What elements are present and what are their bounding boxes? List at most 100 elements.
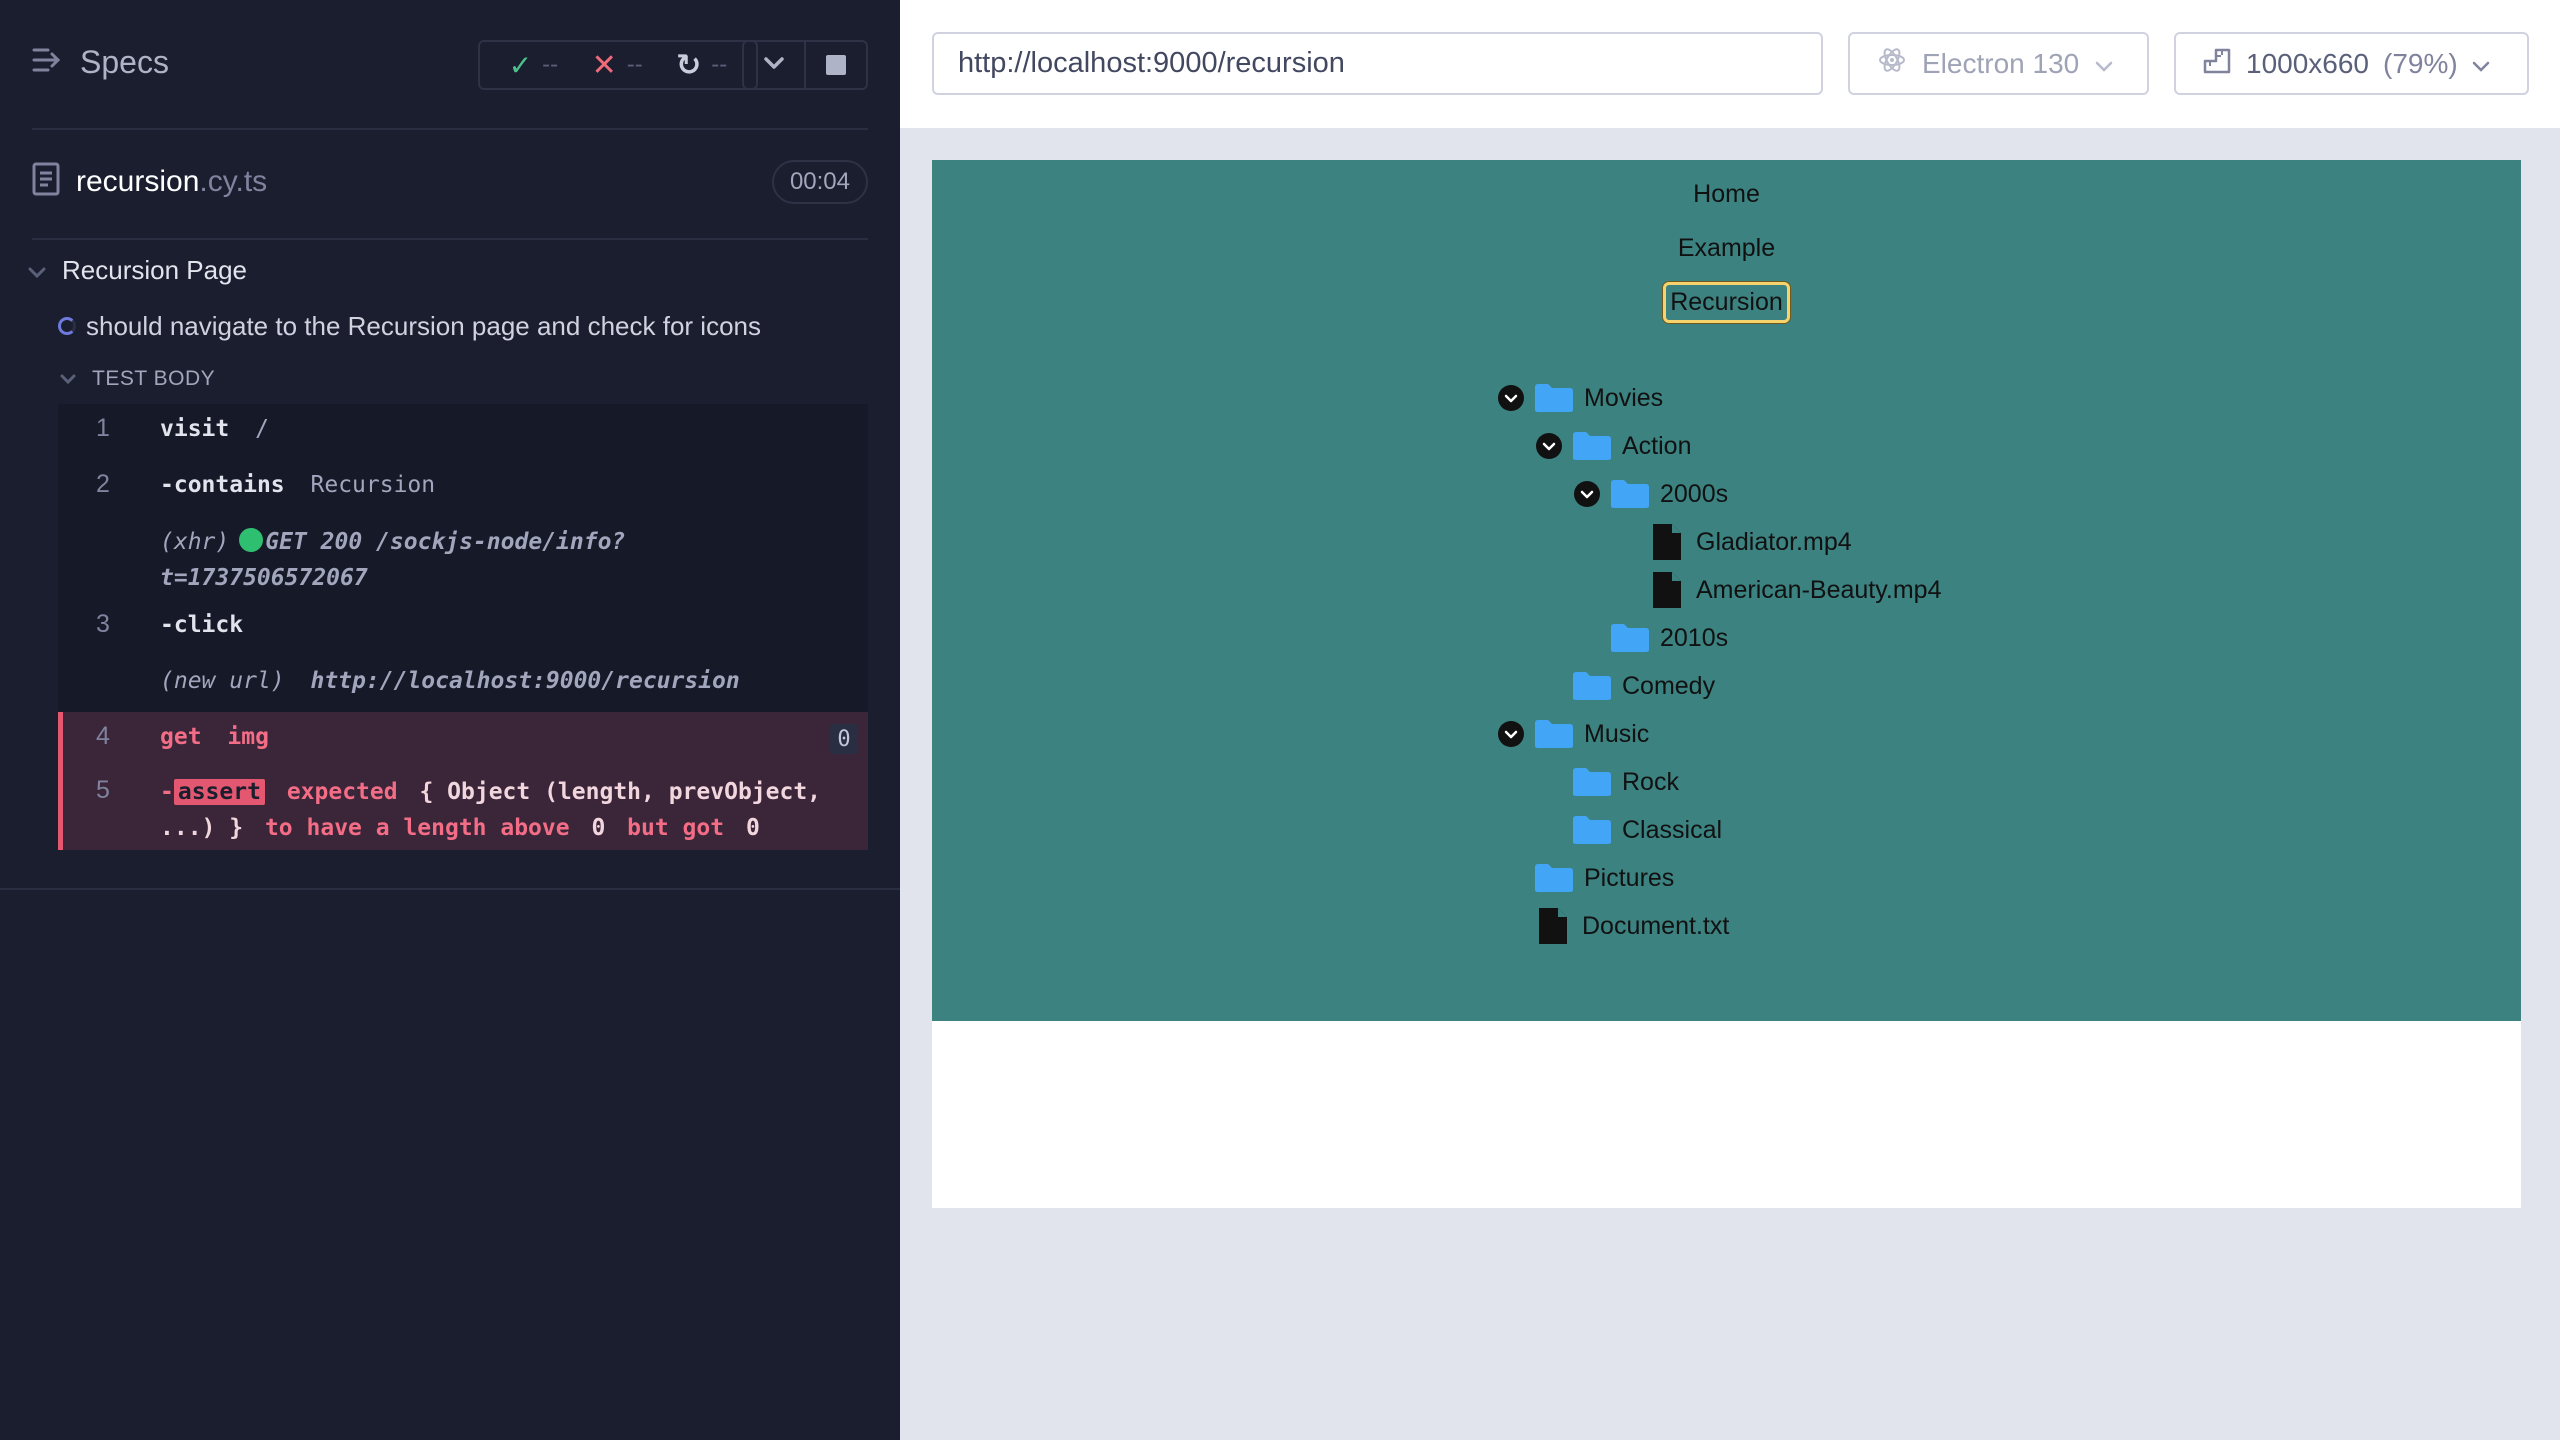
command-body: get img — [160, 724, 269, 750]
tree-label: Gladiator.mp4 — [1696, 527, 1852, 556]
expand-chevron-icon[interactable] — [1574, 481, 1600, 507]
command-body: -click — [160, 612, 243, 638]
assert-subject-continued: ...) } — [160, 815, 244, 841]
command-arg: Recursion — [310, 472, 436, 498]
nav-home-link[interactable]: Home — [1693, 180, 1760, 208]
command-row-url[interactable]: (new url) http://localhost:9000/recursio… — [58, 656, 868, 712]
viewport-selector[interactable]: 1000x660 (79%) — [2174, 32, 2529, 95]
log-text: GET 200 /sockjs-node/info? — [265, 529, 626, 555]
electron-icon — [1878, 46, 1906, 81]
command-name: click — [173, 612, 244, 638]
url-bar[interactable]: http://localhost:9000/recursion — [932, 32, 1823, 95]
command-row[interactable]: 3 -click — [58, 600, 868, 656]
tree-label: 2010s — [1660, 623, 1729, 652]
running-spinner-icon — [58, 317, 76, 335]
log-label: (new url) — [160, 668, 285, 694]
tree-label: Music — [1584, 719, 1650, 748]
tree-file[interactable]: American-Beauty.mp4 — [1612, 570, 1941, 610]
tree-folder[interactable]: 2010s — [1574, 618, 1728, 658]
app-iframe: Home Example Recursion Movies Action 2000s… — [932, 160, 2521, 1208]
tree-label: Action — [1622, 431, 1692, 460]
command-body: -contains Recursion — [160, 472, 435, 498]
spec-extension: .cy.ts — [199, 164, 268, 198]
expand-button[interactable] — [744, 42, 804, 88]
command-arg: img — [227, 724, 269, 750]
expand-chevron-icon[interactable] — [1498, 385, 1524, 411]
test-body-toggle[interactable]: TEST BODY — [60, 360, 215, 398]
tree-folder[interactable]: Movies — [1498, 378, 1663, 418]
command-row[interactable]: 1 visit / — [58, 404, 868, 460]
command-row[interactable]: 2 -contains Recursion — [58, 460, 868, 516]
tree-file[interactable]: Document.txt — [1498, 906, 1729, 946]
command-name: get — [160, 724, 202, 750]
expand-chevron-icon[interactable] — [1536, 433, 1562, 459]
chevron-down-icon — [2095, 48, 2113, 80]
browser-selector[interactable]: Electron 130 — [1848, 32, 2149, 95]
folder-icon — [1610, 479, 1650, 509]
assert-badge: assert — [173, 779, 265, 805]
specs-toggle-button[interactable]: Specs — [32, 44, 169, 81]
failed-count: -- — [626, 51, 643, 78]
document-icon — [32, 162, 60, 201]
viewport-size: 1000x660 — [2246, 47, 2370, 79]
reporter-panel: Specs ✓ -- ✕ -- ↻ -- recursion.cy.ts 00:… — [0, 0, 900, 1440]
tree-folder[interactable]: Action — [1536, 426, 1691, 466]
pending-count: -- — [711, 51, 728, 78]
expand-chevron-icon[interactable] — [1498, 721, 1524, 747]
test-title-text: should navigate to the Recursion page an… — [86, 310, 761, 341]
aut-header: http://localhost:9000/recursion Electron… — [900, 0, 2560, 128]
command-name: visit — [160, 416, 230, 442]
assert-phrase: but got — [627, 815, 725, 841]
command-number: 4 — [96, 722, 110, 750]
command-row-failed[interactable]: 5 - assert expected { Object (length, pre… — [58, 768, 868, 850]
file-icon — [1538, 907, 1568, 945]
test-body-label: TEST BODY — [92, 367, 216, 390]
assert-phrase: to have a length above — [264, 815, 570, 841]
tree-folder[interactable]: Pictures — [1498, 858, 1674, 898]
reporter-header: Specs ✓ -- ✕ -- ↻ -- — [32, 30, 868, 102]
stop-icon — [826, 55, 846, 75]
command-row-failed[interactable]: 4 get img 0 — [58, 712, 868, 768]
tree-label: American-Beauty.mp4 — [1696, 575, 1942, 604]
status-dot-icon — [239, 528, 264, 552]
command-row-xhr[interactable]: (xhr) GET 200 /sockjs-node/info? t=173750… — [58, 516, 868, 600]
tree-folder[interactable]: Classical — [1536, 810, 1722, 850]
url-log: (new url) http://localhost:9000/recursio… — [160, 668, 740, 694]
app-content: Home Example Recursion Movies Action 2000s… — [932, 160, 2521, 1021]
tree-folder[interactable]: 2000s — [1574, 474, 1728, 514]
suite-title-text: Recursion Page — [62, 254, 247, 285]
assert-actual: 0 — [745, 815, 760, 841]
child-dash: - — [160, 612, 174, 638]
tree-folder[interactable]: Rock — [1536, 762, 1679, 802]
folder-icon — [1572, 431, 1612, 461]
nav-example-wrapper: Example — [932, 234, 2521, 263]
folder-icon — [1572, 815, 1612, 845]
tree-folder[interactable]: Music — [1498, 714, 1649, 754]
child-dash: - — [160, 472, 174, 498]
folder-icon — [1610, 623, 1650, 653]
file-icon — [1652, 571, 1682, 609]
tree-label: 2000s — [1660, 479, 1729, 508]
element-count-badge: 0 — [830, 724, 858, 754]
spec-name: recursion.cy.ts — [76, 165, 267, 199]
suite-title[interactable]: Recursion Page — [28, 248, 247, 292]
tree-file[interactable]: Gladiator.mp4 — [1612, 522, 1852, 562]
tree-label: Comedy — [1622, 671, 1716, 700]
spec-file[interactable]: recursion.cy.ts — [32, 162, 267, 201]
check-icon: ✓ — [508, 49, 533, 81]
test-title[interactable]: should navigate to the Recursion page an… — [58, 304, 761, 348]
assert-expected: 0 — [591, 815, 606, 841]
spec-header: recursion.cy.ts 00:04 — [32, 158, 868, 210]
nav-recursion-link[interactable]: Recursion — [1663, 282, 1790, 323]
stop-button[interactable] — [804, 42, 866, 88]
file-icon — [1652, 523, 1682, 561]
app-under-test-panel: http://localhost:9000/recursion Electron… — [900, 0, 2560, 1440]
command-arg: / — [255, 416, 269, 442]
specs-list-icon — [32, 44, 62, 81]
ruler-icon — [2202, 45, 2232, 82]
zoom-level: (79%) — [2383, 47, 2458, 79]
passed-stat: ✓ -- — [509, 49, 558, 82]
nav-example-link[interactable]: Example — [1678, 234, 1775, 262]
folder-icon — [1534, 719, 1574, 749]
tree-folder[interactable]: Comedy — [1536, 666, 1715, 706]
